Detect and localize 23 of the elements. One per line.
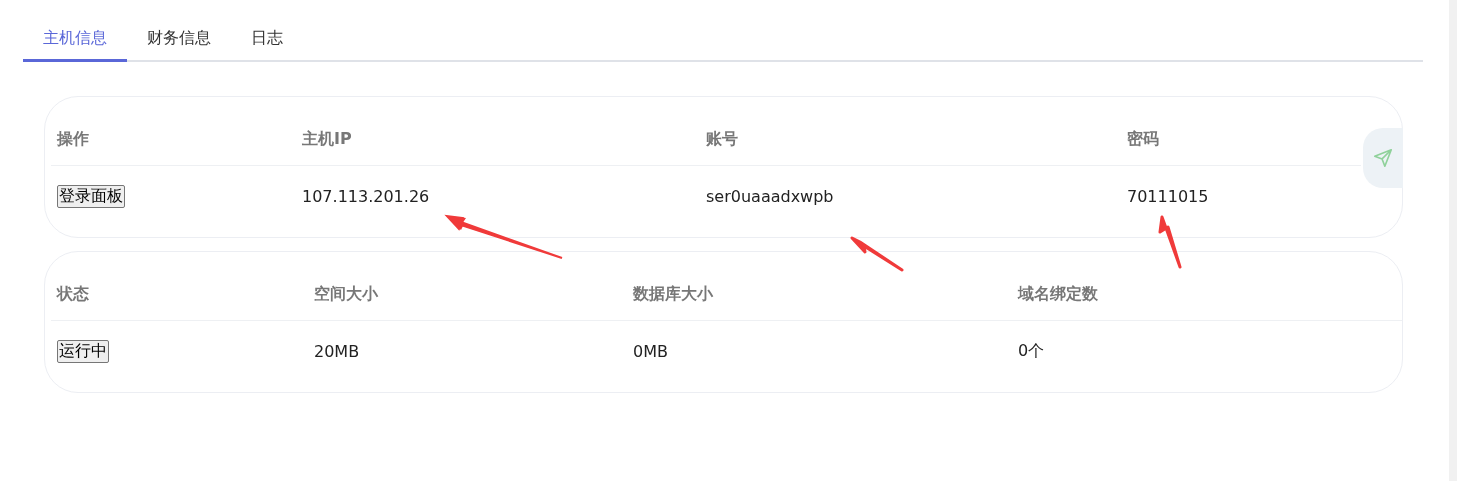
column-header: 空间大小 bbox=[308, 264, 627, 321]
table-cell: 0MB bbox=[633, 341, 668, 361]
annotation-arrow bbox=[850, 236, 904, 272]
annotation-arrow bbox=[1158, 215, 1182, 269]
column-header: 账号 bbox=[700, 109, 1121, 166]
column-header: 主机IP bbox=[296, 109, 700, 166]
tab[interactable]: 日志 bbox=[231, 22, 303, 62]
send-button[interactable] bbox=[1363, 128, 1403, 188]
column-header: 操作 bbox=[51, 109, 296, 166]
tab[interactable]: 主机信息 bbox=[23, 22, 127, 62]
table-button[interactable]: 运行中 bbox=[57, 339, 109, 363]
tab[interactable]: 财务信息 bbox=[127, 22, 231, 62]
table-cell: 0个 bbox=[1018, 340, 1045, 362]
send-icon bbox=[1372, 147, 1394, 169]
column-header: 密码 bbox=[1121, 109, 1361, 166]
column-header: 状态 bbox=[51, 264, 308, 321]
column-header: 域名绑定数 bbox=[1012, 264, 1402, 321]
table-button[interactable]: 登录面板 bbox=[57, 184, 125, 208]
table-cell: 107.113.201.26 bbox=[302, 186, 430, 206]
table-cell: 20MB bbox=[314, 341, 360, 361]
table-cell: ser0uaaadxwpb bbox=[706, 186, 834, 206]
column-header: 数据库大小 bbox=[627, 264, 1012, 321]
table-cell: 70111015 bbox=[1127, 186, 1209, 206]
